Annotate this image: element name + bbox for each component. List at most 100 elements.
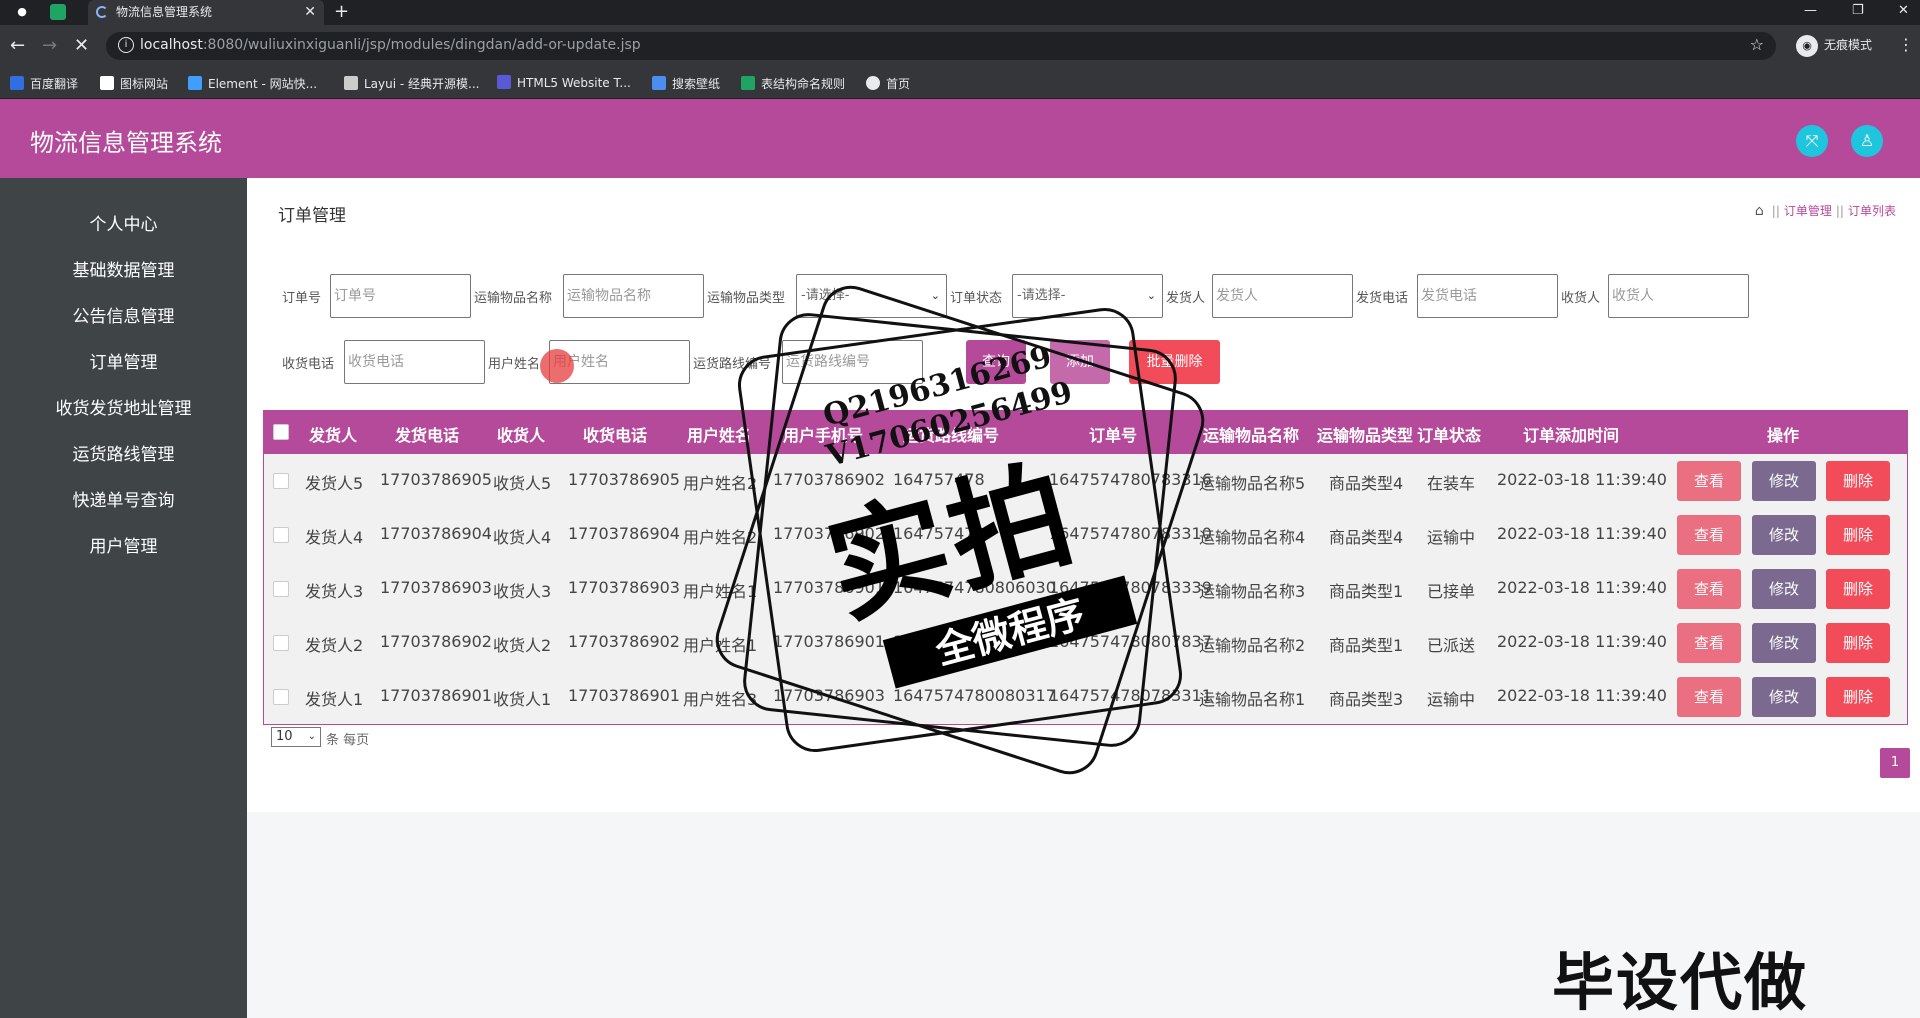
delete-button[interactable]: 删除: [1826, 461, 1890, 501]
bookmark-item[interactable]: 百度翻译: [10, 75, 78, 92]
flag-icon: [100, 76, 114, 90]
delete-button[interactable]: 删除: [1826, 623, 1890, 663]
sidebar-item-orders[interactable]: 订单管理: [0, 348, 247, 373]
site-info-icon[interactable]: i: [118, 37, 134, 53]
minimize-icon[interactable]: —: [1804, 0, 1817, 22]
column-header[interactable]: 发货人: [309, 422, 357, 446]
maximize-icon[interactable]: ❐: [1852, 0, 1864, 22]
window-close-icon[interactable]: ✕: [1898, 0, 1909, 22]
batch-delete-button[interactable]: 批量删除: [1129, 340, 1220, 384]
column-header[interactable]: 发货电话: [395, 422, 459, 446]
column-header[interactable]: 收货人: [497, 422, 545, 446]
row-checkbox[interactable]: [273, 527, 289, 543]
order-no-input[interactable]: [330, 274, 471, 318]
sidebar-item-routes[interactable]: 运货路线管理: [0, 440, 247, 465]
table-row: 发货人3 17703786903 收货人3 17703786903 用户姓名1 …: [263, 562, 1908, 616]
row-checkbox[interactable]: [273, 581, 289, 597]
layui-icon: [344, 76, 358, 90]
sidebar-item-addresses[interactable]: 收货发货地址管理: [0, 394, 247, 419]
cell-receiver-phone: 17703786904: [568, 524, 680, 543]
cell-user-name: 用户姓名1: [683, 636, 758, 655]
browser-tab-active[interactable]: 物流信息管理系统 ✕: [88, 0, 324, 25]
cell-route-no: 164757478: [893, 470, 985, 489]
row-checkbox[interactable]: [273, 473, 289, 489]
page-title: 订单管理: [278, 206, 346, 226]
row-checkbox[interactable]: [273, 635, 289, 651]
view-button[interactable]: 查看: [1677, 677, 1741, 717]
sidebar-item-users[interactable]: 用户管理: [0, 532, 247, 557]
bookmark-item[interactable]: Element - 网站快...: [188, 75, 317, 92]
select-all-checkbox[interactable]: [273, 424, 289, 440]
column-header[interactable]: 运输物品类型: [1317, 422, 1413, 446]
receiver-input[interactable]: [1608, 274, 1749, 318]
sidebar-item-profile[interactable]: 个人中心: [0, 210, 247, 235]
bookmark-item[interactable]: 首页: [866, 75, 910, 92]
row-checkbox[interactable]: [273, 689, 289, 705]
more-menu-icon[interactable]: ⋮: [1898, 35, 1914, 54]
column-header[interactable]: 订单号: [1089, 422, 1137, 446]
column-header[interactable]: 运输物品名称: [1203, 422, 1299, 446]
tab-title: 物流信息管理系统: [116, 5, 213, 19]
sender-phone-input[interactable]: [1417, 274, 1558, 318]
column-header[interactable]: 订单状态: [1417, 422, 1481, 446]
cell-sender: 发货人1: [305, 690, 364, 709]
query-button[interactable]: 查询: [966, 340, 1026, 384]
column-header[interactable]: 用户姓名: [687, 422, 751, 446]
page-size-select[interactable]: 10 ⌄: [271, 727, 321, 747]
column-header[interactable]: 运货路线编号: [903, 422, 999, 446]
home-icon[interactable]: ⌂: [1755, 203, 1764, 219]
edit-button[interactable]: 修改: [1752, 515, 1816, 555]
sender-input[interactable]: [1212, 274, 1353, 318]
back-icon[interactable]: ←: [10, 35, 25, 56]
cell-receiver: 收货人5: [493, 474, 552, 493]
edit-button[interactable]: 修改: [1752, 569, 1816, 609]
receiver-phone-input[interactable]: [344, 340, 485, 384]
view-button[interactable]: 查看: [1677, 515, 1741, 555]
view-button[interactable]: 查看: [1677, 569, 1741, 609]
chevron-down-icon: ⌄: [930, 289, 940, 302]
browser-menu-icon[interactable]: ●: [14, 4, 30, 20]
route-no-input[interactable]: [782, 340, 923, 384]
bookmark-item[interactable]: HTML5 Website T...: [497, 75, 631, 90]
sidebar-item-tracking[interactable]: 快递单号查询: [0, 486, 247, 511]
cell-user-name: 用户姓名1: [683, 582, 758, 601]
forward-icon[interactable]: →: [42, 35, 57, 56]
edit-button[interactable]: 修改: [1752, 623, 1816, 663]
bookmark-item[interactable]: Layui - 经典开源模...: [344, 75, 479, 92]
add-button[interactable]: 添加: [1050, 340, 1110, 384]
new-tab-icon[interactable]: +: [334, 0, 349, 24]
delete-button[interactable]: 删除: [1826, 515, 1890, 555]
page-button-current[interactable]: 1: [1880, 748, 1910, 778]
close-tab-icon[interactable]: ✕: [304, 0, 316, 25]
sidebar-item-basic-data[interactable]: 基础数据管理: [0, 256, 247, 281]
delete-button[interactable]: 删除: [1826, 569, 1890, 609]
user-avatar-icon[interactable]: ♙: [1851, 125, 1883, 157]
order-status-select[interactable]: -请选择- ⌄: [1012, 274, 1163, 318]
order-status-label: 订单状态: [950, 291, 1003, 306]
column-header[interactable]: 收货电话: [583, 422, 647, 446]
item-name-input[interactable]: [563, 274, 704, 318]
delete-button[interactable]: 删除: [1826, 677, 1890, 717]
url-field[interactable]: i localhost:8080/wuliuxinxiguanli/jsp/mo…: [106, 32, 1776, 60]
view-button[interactable]: 查看: [1677, 623, 1741, 663]
loading-spinner-icon: [96, 6, 108, 18]
fullscreen-icon[interactable]: ⤧: [1796, 125, 1828, 157]
incognito-indicator[interactable]: ◉ 无痕模式: [1796, 33, 1872, 57]
bookmark-item[interactable]: 图标网站: [100, 75, 168, 92]
cell-receiver: 收货人4: [493, 528, 552, 547]
cell-status: 运输中: [1427, 690, 1476, 709]
sidebar-item-notices[interactable]: 公告信息管理: [0, 302, 247, 327]
stop-loading-icon[interactable]: ✕: [74, 35, 89, 56]
column-header[interactable]: 用户手机号: [783, 422, 863, 446]
view-button[interactable]: 查看: [1677, 461, 1741, 501]
pinned-tab-icon[interactable]: [50, 4, 66, 20]
column-header: 操作: [1767, 426, 1800, 445]
item-type-select[interactable]: -请选择- ⌄: [796, 274, 947, 318]
bookmark-item[interactable]: 表结构命名规则: [741, 75, 845, 92]
column-header[interactable]: 订单添加时间: [1523, 422, 1619, 446]
edit-button[interactable]: 修改: [1752, 677, 1816, 717]
bookmark-star-icon[interactable]: ☆: [1750, 35, 1764, 54]
bookmark-item[interactable]: 搜索壁纸: [652, 75, 720, 92]
edit-button[interactable]: 修改: [1752, 461, 1816, 501]
breadcrumb-item[interactable]: 订单管理: [1784, 204, 1832, 218]
